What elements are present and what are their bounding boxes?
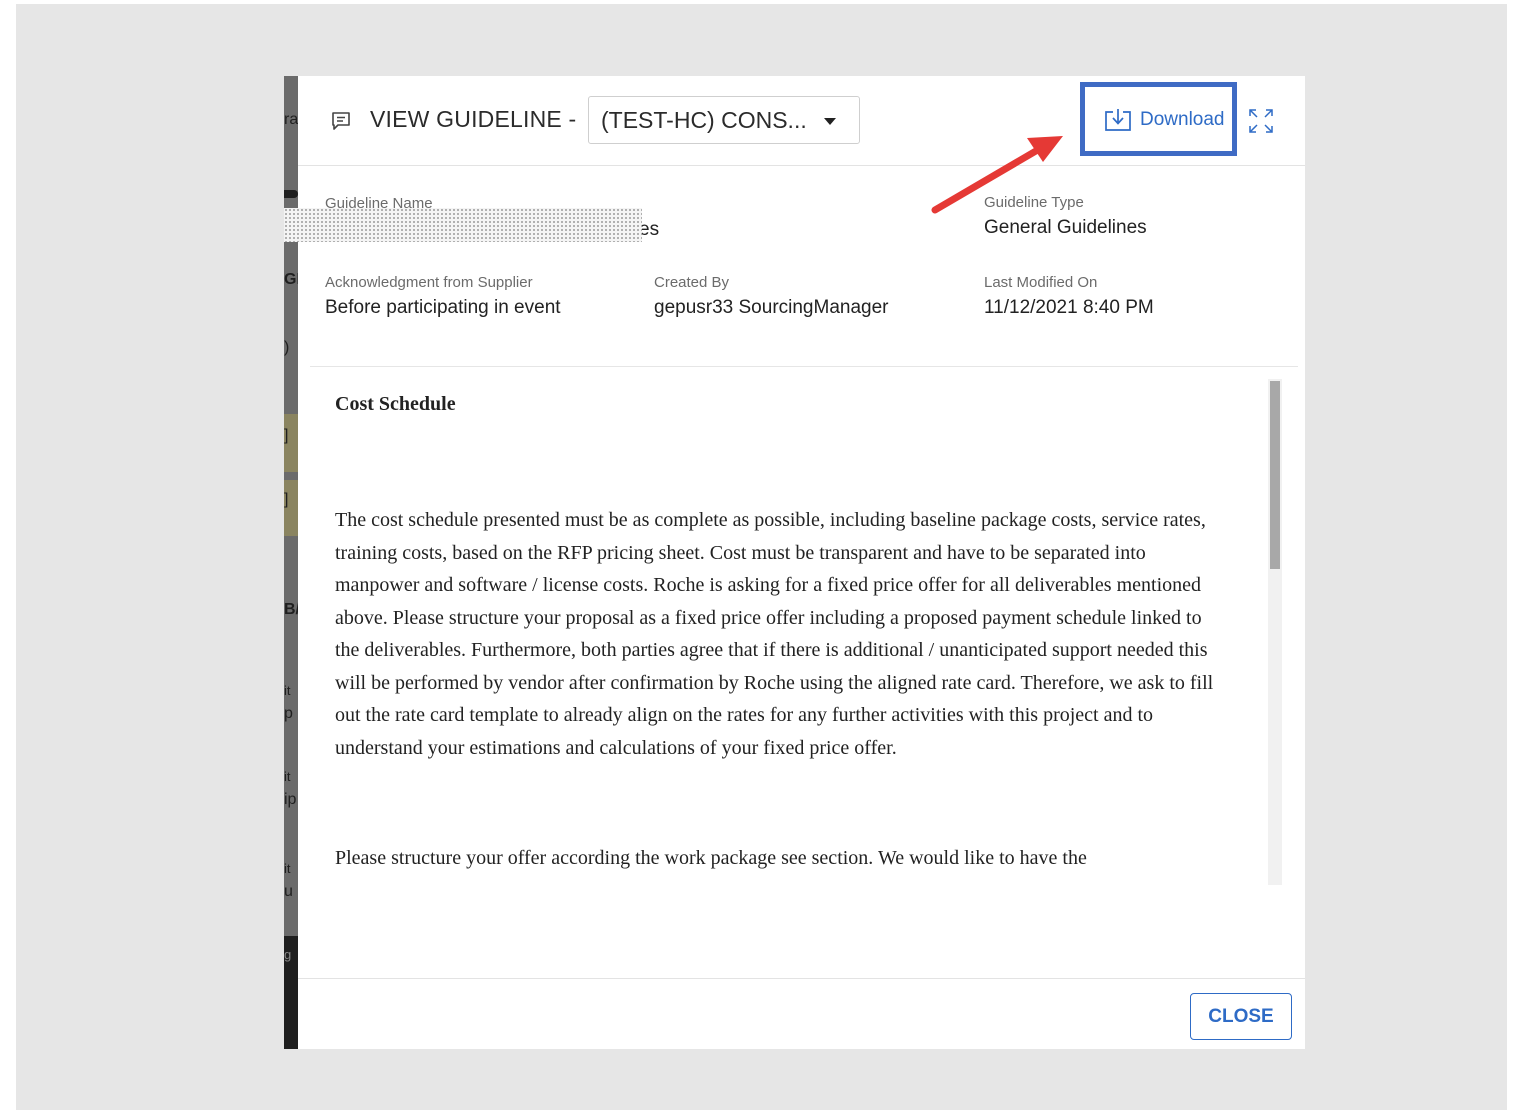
backdrop-glyph: B/ (284, 601, 298, 618)
acknowledgment-value: Before participating in event (325, 297, 561, 318)
created-by-label: Created By (654, 274, 730, 291)
modal-header: VIEW GUIDELINE - (TEST-HC) CONS... Downl… (298, 76, 1305, 166)
content-paragraph: The cost schedule presented must be as c… (335, 509, 1214, 759)
backdrop-glyph: g (284, 947, 292, 962)
download-button[interactable]: Download (1104, 106, 1225, 134)
comment-icon (332, 112, 350, 130)
guideline-document: Cost Schedule The cost schedule presente… (335, 393, 1215, 887)
content-heading: Cost Schedule (335, 393, 456, 415)
backdrop-glyph: u (284, 883, 293, 900)
content-scrollbar[interactable] (1268, 379, 1282, 885)
close-button[interactable]: CLOSE (1190, 993, 1292, 1040)
backdrop-glyph: GI (284, 271, 298, 288)
backdrop-glyph: it (284, 769, 291, 784)
backdrop-glyph: p (284, 705, 293, 722)
backdrop-block (284, 480, 298, 536)
guideline-type-label: Guideline Type (984, 194, 1084, 211)
expand-icon[interactable] (1248, 108, 1274, 134)
content-paragraph: Please structure your offer according th… (335, 847, 1087, 869)
acknowledgment-label: Acknowledgment from Supplier (325, 274, 533, 291)
last-modified-value: 11/12/2021 8:40 PM (984, 297, 1154, 318)
backdrop-glyph: it (284, 683, 291, 698)
backdrop-glyph: ) (284, 339, 290, 356)
created-by-value: gepusr33 SourcingManager (654, 297, 889, 318)
annotation-arrow (931, 136, 1063, 214)
backdrop-glyph: ip (284, 791, 297, 808)
backdrop-glyph: it (284, 861, 291, 876)
backdrop-block (284, 190, 298, 198)
redacted-region (284, 208, 642, 242)
download-label: Download (1140, 109, 1225, 130)
guideline-selector-value: (TEST-HC) CONS... (601, 107, 807, 133)
backdrop-glyph: ] (284, 427, 289, 444)
last-modified-label: Last Modified On (984, 274, 1098, 291)
guideline-type-value: General Guidelines (984, 217, 1147, 238)
download-icon (1105, 109, 1131, 131)
guideline-name-value: es (639, 219, 660, 240)
backdrop-glyph: ra (284, 111, 298, 128)
guideline-content-pane[interactable]: Cost Schedule The cost schedule presente… (310, 367, 1300, 887)
backdrop-glyph: ] (284, 491, 289, 508)
caret-down-icon (824, 118, 836, 125)
guideline-selector[interactable]: (TEST-HC) CONS... (588, 96, 860, 144)
modal-title: VIEW GUIDELINE - (370, 106, 577, 132)
scrollbar-thumb[interactable] (1270, 381, 1280, 569)
footer-divider (298, 978, 1305, 979)
